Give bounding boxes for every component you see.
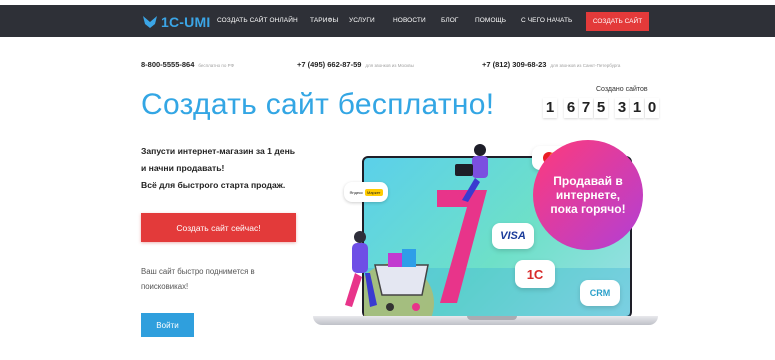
nav-getting-started[interactable]: С ЧЕГО НАЧАТЬ bbox=[521, 17, 572, 24]
nav-blog[interactable]: БЛОГ bbox=[441, 17, 459, 24]
counter-digit: 1 bbox=[543, 98, 557, 118]
counter-digit: 6 bbox=[564, 98, 578, 118]
hero-lead-text: Запусти интернет-магазин за 1 день и нач… bbox=[141, 143, 295, 194]
phone-note: бесплатно по РФ bbox=[198, 63, 234, 68]
laptop-notch bbox=[467, 316, 517, 320]
phone-spb: +7 (812) 309-68-23 для звонков из Санкт-… bbox=[482, 60, 620, 69]
create-site-top-button[interactable]: СОЗДАТЬ САЙТ bbox=[586, 12, 649, 31]
nav-services[interactable]: УСЛУГИ bbox=[349, 17, 375, 24]
butterfly-icon bbox=[143, 16, 157, 28]
lead-line: и начни продавать! bbox=[141, 163, 225, 173]
phone-note: для звонков из Москвы bbox=[365, 63, 414, 68]
market-brand: Яндекс bbox=[349, 189, 363, 195]
visa-label: VISA bbox=[500, 230, 526, 242]
logo-text: 1C-UMI bbox=[161, 14, 211, 30]
phone-number[interactable]: +7 (495) 662-87-59 bbox=[297, 60, 361, 69]
nav-create-site-online[interactable]: СОЗДАТЬ САЙТ ОНЛАЙН bbox=[217, 17, 298, 24]
sites-counter: 1 6 7 5 3 1 0 bbox=[543, 98, 660, 118]
phone-number[interactable]: 8-800-5555-864 bbox=[141, 60, 194, 69]
counter-digit: 5 bbox=[594, 98, 608, 118]
nav-help[interactable]: ПОМОЩЬ bbox=[475, 17, 506, 24]
yandex-market-badge: Яндекс Маркет bbox=[344, 182, 388, 202]
crm-label: CRM bbox=[589, 288, 611, 298]
promo-badge: Продавай в интернете, пока горячо! bbox=[533, 140, 643, 250]
seo-line: поисковиках! bbox=[141, 282, 189, 291]
counter-digit: 3 bbox=[615, 98, 629, 118]
market-label: Маркет bbox=[364, 188, 383, 196]
hero-illustration: Яндекс Маркет Продавай в интернете, пока… bbox=[305, 140, 658, 340]
counter-digit: 0 bbox=[645, 98, 659, 118]
phone-moscow: +7 (495) 662-87-59 для звонков из Москвы bbox=[297, 60, 414, 69]
nav-tariffs[interactable]: ТАРИФЫ bbox=[310, 17, 338, 24]
lead-line: Запусти интернет-магазин за 1 день bbox=[141, 146, 296, 156]
counter-digit: 7 bbox=[579, 98, 593, 118]
onec-card: 1С bbox=[515, 260, 555, 288]
phone-note: для звонков из Санкт-Петербурга bbox=[550, 63, 621, 68]
phone-bar: 8-800-5555-864 бесплатно по РФ +7 (495) … bbox=[0, 60, 775, 72]
lead-line: Всё для быстрого старта продаж. bbox=[141, 180, 286, 190]
seo-line: Ваш сайт быстро поднимется в bbox=[141, 267, 255, 276]
top-navbar: 1C-UMI СОЗДАТЬ САЙТ ОНЛАЙН ТАРИФЫ УСЛУГИ… bbox=[0, 0, 775, 37]
person-laptop-icon bbox=[455, 144, 488, 202]
logo[interactable]: 1C-UMI bbox=[142, 13, 210, 31]
crm-card: CRM bbox=[580, 280, 620, 306]
visa-card: VISA bbox=[492, 223, 534, 249]
counter-digit: 1 bbox=[630, 98, 644, 118]
seo-text: Ваш сайт быстро поднимется в поисковиках… bbox=[141, 264, 255, 294]
onec-label: 1С bbox=[526, 266, 544, 282]
shopping-cart-icon bbox=[345, 231, 429, 311]
hero-title: Создать сайт бесплатно! bbox=[141, 88, 495, 121]
phone-russia: 8-800-5555-864 бесплатно по РФ bbox=[141, 60, 234, 69]
login-button[interactable]: Войти bbox=[141, 313, 194, 337]
nav-news[interactable]: НОВОСТИ bbox=[393, 17, 426, 24]
sites-counter-label: Создано сайтов bbox=[596, 86, 648, 93]
create-site-now-button[interactable]: Создать сайт сейчас! bbox=[141, 213, 296, 242]
phone-number[interactable]: +7 (812) 309-68-23 bbox=[482, 60, 546, 69]
